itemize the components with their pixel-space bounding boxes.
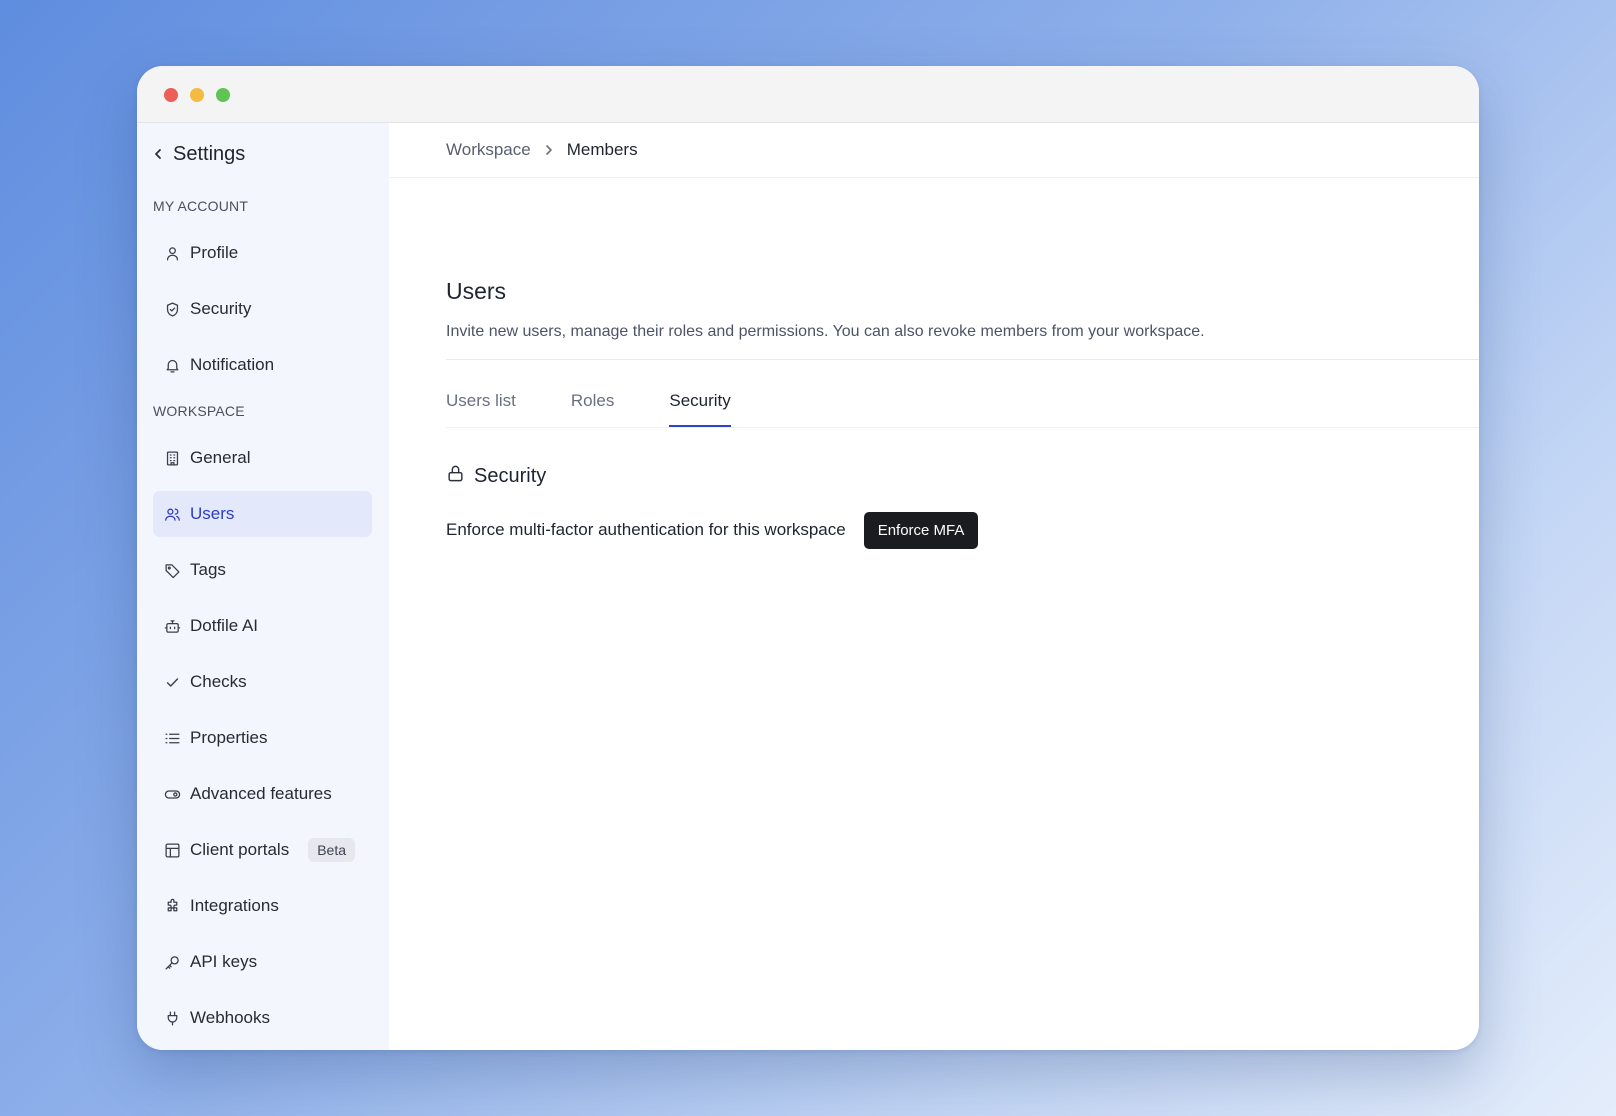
sidebar-title: Settings xyxy=(173,142,246,165)
user-icon xyxy=(163,244,181,262)
breadcrumb-current: Members xyxy=(566,140,638,159)
tab-bar: Users list Roles Security xyxy=(446,385,732,427)
list-icon xyxy=(163,729,181,747)
sidebar-item-label: Webhooks xyxy=(190,1008,271,1027)
security-section-header: Security xyxy=(446,462,546,490)
check-icon xyxy=(163,673,181,691)
sidebar-item-dotfile-ai[interactable]: Dotfile AI xyxy=(153,603,372,649)
sidebar-item-security[interactable]: Security xyxy=(153,286,372,332)
sidebar-item-general[interactable]: General xyxy=(153,435,372,481)
toggle-icon xyxy=(163,785,181,803)
sidebar-item-label: Properties xyxy=(190,728,268,747)
bot-icon xyxy=(163,617,181,635)
sidebar-item-label: Tags xyxy=(190,560,226,579)
sidebar-item-notification[interactable]: Notification xyxy=(153,342,372,388)
mfa-description: Enforce multi-factor authentication for … xyxy=(446,520,846,539)
plug-icon xyxy=(163,1009,181,1027)
tab-users-list[interactable]: Users list xyxy=(446,385,516,427)
sidebar-item-label: Advanced features xyxy=(190,784,332,803)
key-icon xyxy=(163,953,181,971)
sidebar-item-label: Checks xyxy=(190,672,247,691)
divider xyxy=(446,359,1479,360)
bell-icon xyxy=(163,356,181,374)
page-title: Users xyxy=(446,278,507,304)
breadcrumb: Workspace Members xyxy=(389,123,1479,178)
page-description: Invite new users, manage their roles and… xyxy=(446,323,1205,340)
sidebar-item-properties[interactable]: Properties xyxy=(153,715,372,761)
close-window-button[interactable] xyxy=(164,88,178,102)
sidebar-item-label: General xyxy=(190,448,251,467)
sidebar-item-label: Client portals xyxy=(190,840,290,859)
tab-security[interactable]: Security xyxy=(669,385,732,427)
users-icon xyxy=(163,505,181,523)
sidebar-item-label: Users xyxy=(190,504,235,523)
sidebar-item-label: Security xyxy=(190,299,252,318)
sidebar-item-label: Notification xyxy=(190,355,275,374)
app-window: Settings MY ACCOUNT Profile Security Not… xyxy=(137,66,1479,1050)
tag-icon xyxy=(163,561,181,579)
sidebar-item-integrations[interactable]: Integrations xyxy=(153,883,372,929)
lock-icon xyxy=(446,464,465,489)
mfa-row: Enforce multi-factor authentication for … xyxy=(446,511,979,549)
section-label-my-account: MY ACCOUNT xyxy=(153,198,249,214)
sidebar-item-label: API keys xyxy=(190,952,258,971)
tabs-divider xyxy=(446,427,1479,428)
sidebar-item-label: Integrations xyxy=(190,896,279,915)
sidebar-item-advanced-features[interactable]: Advanced features xyxy=(153,771,372,817)
settings-back-link[interactable]: Settings xyxy=(151,139,245,169)
sidebar-item-checks[interactable]: Checks xyxy=(153,659,372,705)
shield-icon xyxy=(163,300,181,318)
sidebar-item-profile[interactable]: Profile xyxy=(153,230,372,276)
tab-roles[interactable]: Roles xyxy=(571,385,614,427)
sidebar-item-api-keys[interactable]: API keys xyxy=(153,939,372,985)
settings-sidebar: Settings MY ACCOUNT Profile Security Not… xyxy=(137,123,389,1050)
section-label-workspace: WORKSPACE xyxy=(153,403,245,419)
beta-badge: Beta xyxy=(308,838,356,862)
chevron-left-icon xyxy=(151,147,165,161)
sidebar-item-label: Profile xyxy=(190,243,239,262)
security-section-title: Security xyxy=(474,464,547,487)
enforce-mfa-button[interactable]: Enforce MFA xyxy=(863,511,979,549)
title-bar xyxy=(137,66,1479,123)
layout-icon xyxy=(163,841,181,859)
minimize-window-button[interactable] xyxy=(190,88,204,102)
puzzle-icon xyxy=(163,897,181,915)
breadcrumb-workspace-link[interactable]: Workspace xyxy=(446,140,531,160)
sidebar-item-tags[interactable]: Tags xyxy=(153,547,372,593)
building-icon xyxy=(163,449,181,467)
chevron-right-icon xyxy=(543,144,555,156)
sidebar-item-client-portals[interactable]: Client portals Beta xyxy=(153,827,372,873)
sidebar-item-webhooks[interactable]: Webhooks xyxy=(153,995,372,1041)
sidebar-item-label: Dotfile AI xyxy=(190,616,259,635)
maximize-window-button[interactable] xyxy=(216,88,230,102)
main-content: Workspace Members Users Invite new users… xyxy=(389,123,1479,1050)
sidebar-item-users[interactable]: Users xyxy=(153,491,372,537)
